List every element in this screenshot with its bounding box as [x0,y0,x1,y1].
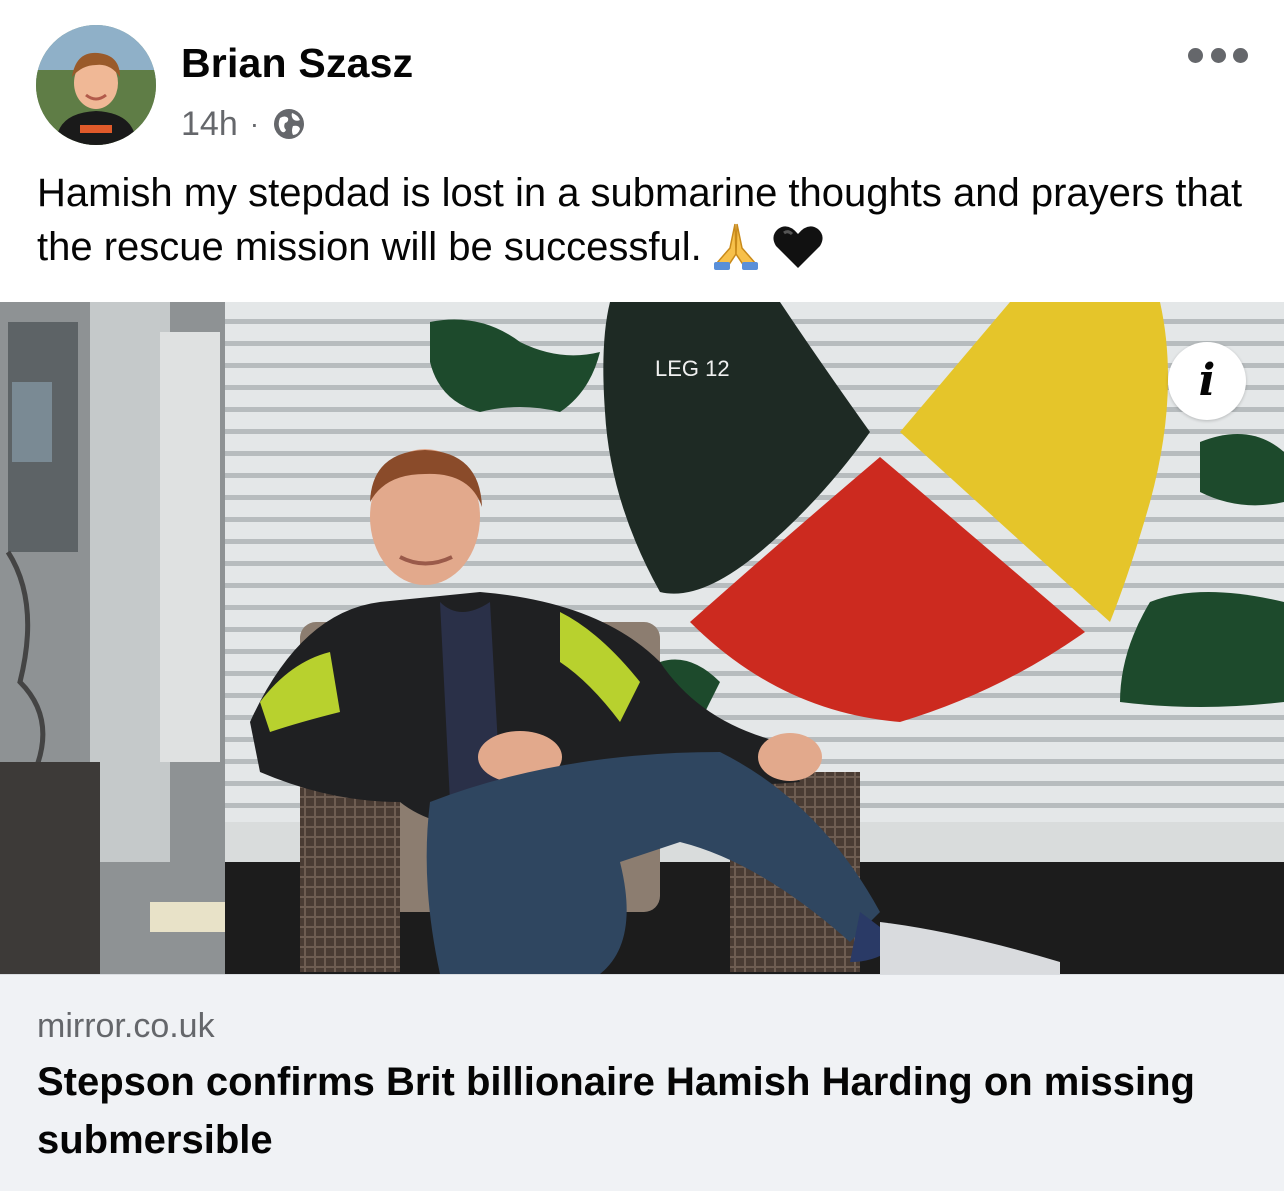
post-photo: LEG 12 [0,302,1284,974]
post-meta: 14h · [181,104,307,144]
author-name[interactable]: Brian Szasz [181,40,413,87]
post-body: Hamish my stepdad is lost in a submarine… [37,171,1243,269]
author-avatar[interactable] [36,25,156,145]
info-glyph: i [1198,355,1216,406]
link-preview-card[interactable]: mirror.co.uk Stepson confirms Brit billi… [0,974,1284,1191]
post-text: Hamish my stepdad is lost in a submarine… [37,166,1247,274]
more-dot [1210,47,1226,63]
post-time[interactable]: 14h [181,105,238,144]
more-dot [1188,47,1203,63]
mural-label: LEG 12 [655,356,730,381]
link-title[interactable]: Stepson confirms Brit billionaire Hamish… [37,1053,1237,1169]
more-dot [1233,47,1248,63]
info-icon[interactable]: i [1168,342,1246,420]
more-options-icon[interactable] [1188,38,1248,72]
post-header: Brian Szasz 14h · [0,0,1284,160]
folded-hands-emoji [713,223,758,270]
link-domain: mirror.co.uk [37,1007,215,1045]
post-image[interactable]: LEG 12 [0,302,1284,974]
black-heart-emoji [773,226,823,268]
globe-icon [274,109,305,139]
meta-separator: · [249,108,260,139]
